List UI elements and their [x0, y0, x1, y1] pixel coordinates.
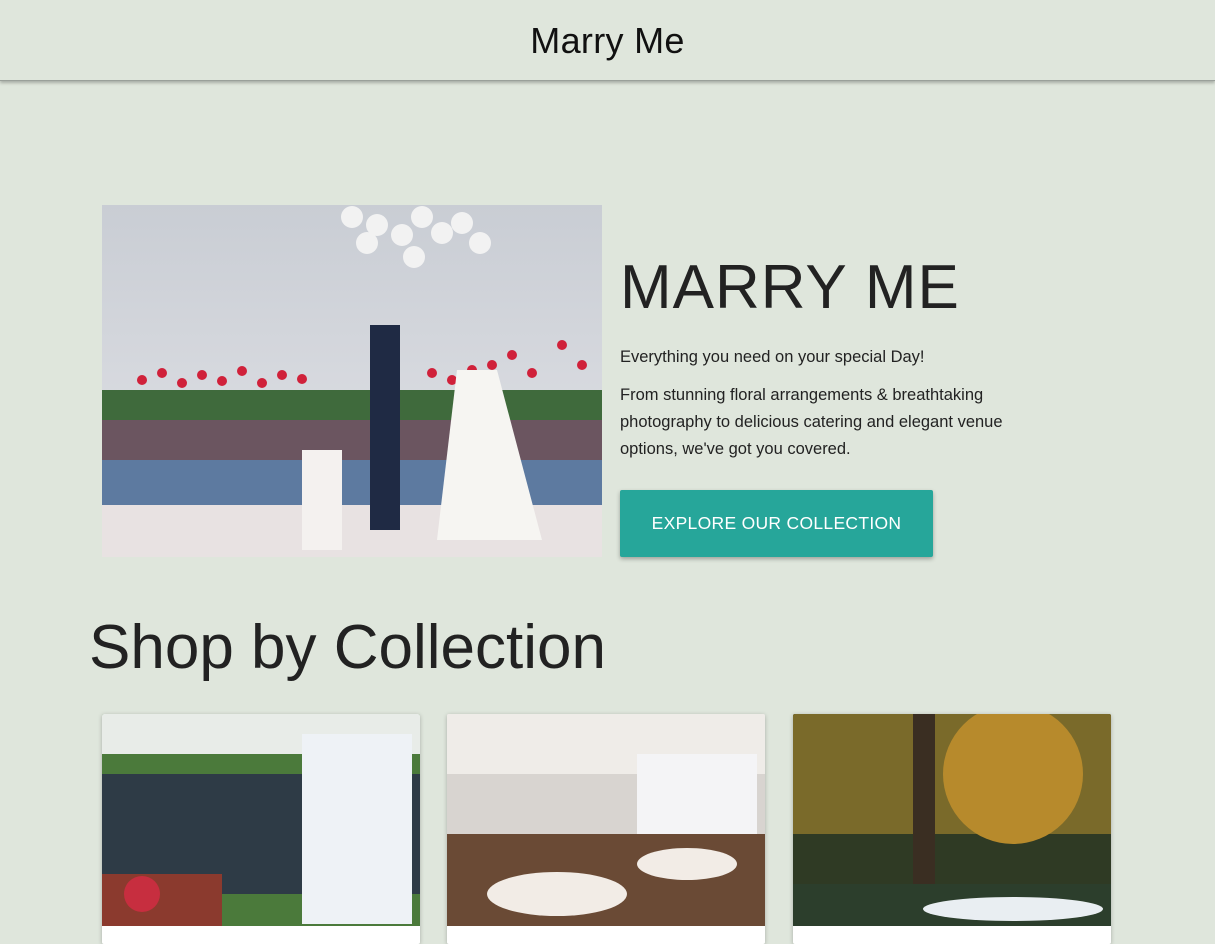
hero-wedding-photo	[102, 205, 602, 557]
brand-logo-link[interactable]: Marry Me	[530, 20, 684, 62]
hero-description: From stunning floral arrangements & brea…	[620, 386, 1003, 458]
collection-card-party[interactable]	[102, 714, 420, 944]
collection-image-party	[102, 714, 420, 926]
explore-collection-button[interactable]: EXPLORE OUR COLLECTION	[620, 490, 933, 557]
collection-image-outdoor	[793, 714, 1111, 926]
hero-text-block: MARRY ME Everything you need on your spe…	[620, 250, 1080, 463]
collection-image-venue	[447, 714, 765, 926]
hero-title: MARRY ME	[620, 253, 960, 322]
top-nav-bar: Marry Me	[0, 0, 1215, 81]
hero-tagline: Everything you need on your special Day!	[620, 348, 925, 366]
collection-card-venue[interactable]	[447, 714, 765, 944]
collections-heading: Shop by Collection	[89, 613, 606, 682]
collection-card-outdoor[interactable]	[793, 714, 1111, 944]
